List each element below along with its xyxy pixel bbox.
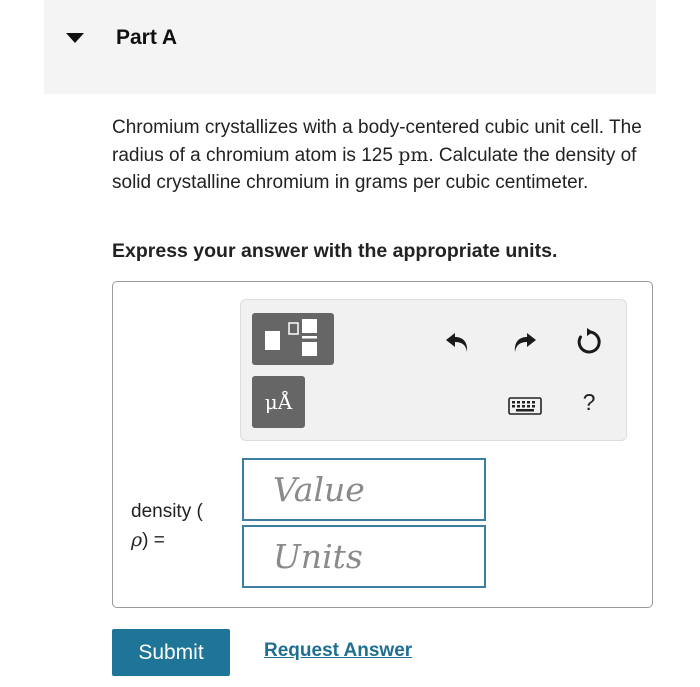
value-input[interactable] — [242, 458, 486, 521]
request-answer-link[interactable]: Request Answer — [264, 640, 412, 662]
reset-button[interactable] — [574, 327, 604, 357]
submit-button[interactable]: Submit — [112, 629, 230, 676]
units-input[interactable] — [242, 525, 486, 588]
density-symbol: ρ — [131, 529, 143, 551]
units-button[interactable]: μÅ — [252, 376, 305, 428]
redo-icon — [514, 333, 536, 352]
undo-icon — [446, 333, 468, 352]
undo-button[interactable] — [443, 327, 473, 357]
question-unit: pm — [398, 143, 429, 166]
density-label-prefix: density ( — [131, 501, 203, 522]
part-title: Part A — [116, 26, 178, 49]
fraction-template-icon — [265, 319, 317, 356]
keyboard-icon — [508, 397, 542, 415]
keyboard-button[interactable] — [508, 394, 542, 416]
templates-button[interactable] — [252, 313, 334, 365]
answer-instruction: Express your answer with the appropriate… — [112, 240, 558, 262]
caret-down-icon[interactable] — [66, 33, 84, 43]
density-label: density ( ρ) = — [131, 498, 203, 555]
reset-icon — [577, 328, 601, 354]
redo-button[interactable] — [509, 327, 539, 357]
help-button[interactable]: ? — [576, 389, 602, 419]
units-button-label: μÅ — [264, 390, 293, 414]
density-label-suffix: ) = — [142, 530, 165, 551]
question-text: Chromium crystallizes with a body-center… — [112, 114, 652, 197]
